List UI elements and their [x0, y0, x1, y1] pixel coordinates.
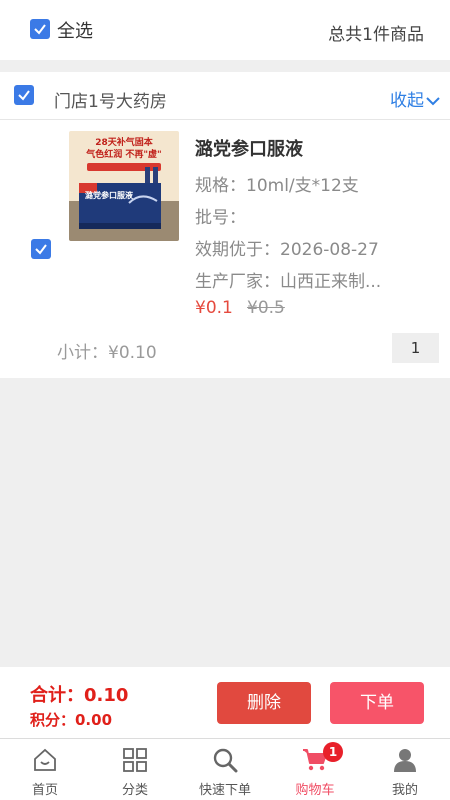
- bottom-tab-bar: 首页 分类 快速下单 1 购物车 我的: [0, 738, 450, 800]
- store-card: 门店1号大药房 收起 28天补气固本 气色红润 不再"虚" 潞党参口服液 潞党参…: [0, 72, 450, 378]
- total-amount: 合计：0.10: [30, 685, 129, 706]
- check-icon: [35, 244, 47, 255]
- product-name[interactable]: 潞党参口服液: [195, 135, 303, 161]
- category-icon: [123, 748, 147, 772]
- user-icon: [394, 749, 416, 772]
- home-icon: [34, 748, 56, 771]
- tab-cart[interactable]: 1 购物车: [270, 739, 360, 800]
- tab-label: 首页: [31, 783, 58, 798]
- tab-label: 我的: [391, 783, 418, 798]
- search-icon: [213, 748, 238, 773]
- product-expiry: 效期优于：2026-08-27: [195, 240, 379, 260]
- quantity-input[interactable]: 1: [392, 333, 439, 363]
- tab-category[interactable]: 分类: [90, 739, 180, 800]
- select-all-checkbox[interactable]: [30, 19, 50, 39]
- points-amount: 积分：0.00: [30, 711, 113, 729]
- chevron-down-icon: [426, 97, 440, 106]
- product-price: ¥0.1: [195, 298, 233, 318]
- image-box-text: 潞党参口服液: [85, 190, 133, 200]
- check-icon: [34, 24, 46, 35]
- collapse-label: 收起: [390, 91, 424, 111]
- tab-label: 分类: [121, 783, 148, 798]
- tab-label: 购物车: [295, 783, 335, 798]
- total-items-count: 总共1件商品: [328, 25, 424, 45]
- collapse-button[interactable]: 收起: [390, 86, 440, 111]
- image-text-line2: 气色红润 不再"虚": [85, 148, 162, 160]
- checkout-bar: 合计：0.10 积分：0.00 删除 下单: [0, 667, 450, 738]
- cart-badge: 1: [323, 742, 343, 762]
- product-manufacturer: 生产厂家：山西正来制...: [195, 272, 382, 292]
- product-spec: 规格：10ml/支*12支: [195, 176, 359, 196]
- store-header: 门店1号大药房 收起: [0, 72, 450, 120]
- product-checkbox[interactable]: [31, 239, 51, 259]
- store-checkbox[interactable]: [14, 85, 34, 105]
- top-bar: 全选 总共1件商品: [0, 0, 450, 60]
- product-batch: 批号：: [195, 208, 246, 228]
- subtotal: 小计：¥0.10: [57, 343, 157, 363]
- select-all-label[interactable]: 全选: [57, 17, 93, 43]
- tab-label: 快速下单: [198, 783, 251, 798]
- place-order-button[interactable]: 下单: [330, 682, 424, 724]
- tab-mine[interactable]: 我的: [360, 739, 450, 800]
- product-original-price: ¥0.5: [247, 298, 285, 318]
- delete-button[interactable]: 删除: [217, 682, 311, 724]
- tab-home[interactable]: 首页: [0, 739, 90, 800]
- check-icon: [18, 90, 30, 101]
- store-name: 门店1号大药房: [54, 92, 167, 112]
- image-text-line1: 28天补气固本: [95, 136, 154, 148]
- product-image[interactable]: 28天补气固本 气色红润 不再"虚" 潞党参口服液: [69, 131, 179, 241]
- tab-quick-order[interactable]: 快速下单: [180, 739, 270, 800]
